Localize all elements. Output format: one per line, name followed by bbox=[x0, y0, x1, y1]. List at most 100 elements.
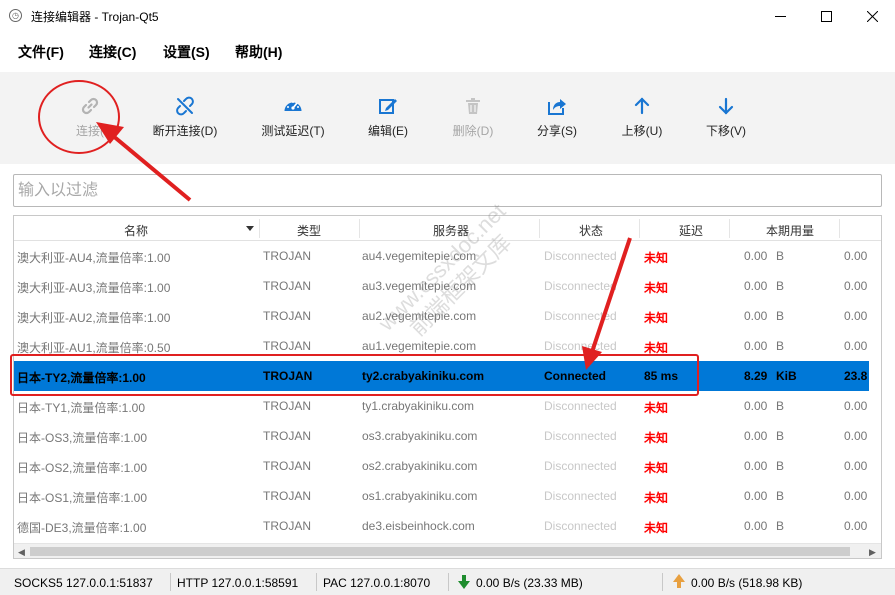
cell-name: 日本-TY2,流量倍率:1.00 bbox=[17, 371, 146, 385]
arrow-up-icon bbox=[634, 97, 650, 115]
share-button[interactable]: 分享(S) bbox=[527, 96, 587, 146]
cell-status: Disconnected bbox=[544, 429, 617, 443]
connection-table: 名称 类型 服务器 状态 延迟 本期用量 澳大利亚-AU4,流量倍率:1.00 T… bbox=[13, 215, 882, 559]
cell-type: TROJAN bbox=[263, 459, 311, 473]
column-divider[interactable] bbox=[359, 219, 360, 238]
cell-latency: 未知 bbox=[644, 401, 669, 415]
cell-usage-unit: B bbox=[776, 279, 785, 293]
cell-latency: 未知 bbox=[644, 311, 669, 325]
cell-type: TROJAN bbox=[263, 249, 311, 263]
column-divider[interactable] bbox=[639, 219, 640, 238]
cell-extra: 0.00 bbox=[844, 309, 868, 323]
cell-extra: 0.00 bbox=[844, 489, 868, 503]
menu-bar: 文件(F) 连接(C) 设置(S) 帮助(H) bbox=[0, 32, 895, 70]
cell-latency: 未知 bbox=[644, 431, 669, 445]
unlink-icon bbox=[176, 96, 194, 116]
cell-extra: 0.00 bbox=[844, 519, 868, 533]
minimize-button[interactable] bbox=[757, 0, 803, 32]
column-divider[interactable] bbox=[839, 219, 840, 238]
column-divider[interactable] bbox=[539, 219, 540, 238]
column-header-server[interactable]: 服务器 bbox=[433, 222, 469, 239]
cell-server: os3.crabyakiniku.com bbox=[362, 429, 478, 443]
minimize-icon bbox=[774, 15, 786, 17]
cell-server: os1.crabyakiniku.com bbox=[362, 489, 478, 503]
table-row[interactable]: 德国-DE3,流量倍率:1.00 TROJAN de3.eisbeinhock.co… bbox=[14, 511, 869, 541]
table-header: 名称 类型 服务器 状态 延迟 本期用量 bbox=[14, 216, 881, 241]
cell-server: au4.vegemitepie.com bbox=[362, 249, 477, 263]
cell-name: 日本-OS2,流量倍率:1.00 bbox=[17, 461, 148, 475]
column-header-latency[interactable]: 延迟 bbox=[679, 222, 703, 239]
cell-usage-unit: B bbox=[776, 249, 785, 263]
maximize-icon bbox=[820, 10, 832, 22]
delete-button[interactable]: 删除(D) bbox=[443, 96, 503, 146]
scrollbar-thumb[interactable] bbox=[30, 547, 850, 556]
cell-name: 澳大利亚-AU2,流量倍率:1.00 bbox=[17, 311, 171, 325]
table-row[interactable]: 日本-OS2,流量倍率:1.00 TROJAN os2.crabyakiniku.c… bbox=[14, 451, 869, 481]
edit-icon bbox=[379, 99, 397, 114]
cell-usage-value: 0.00 bbox=[744, 339, 768, 353]
cell-server: ty1.crabyakiniku.com bbox=[362, 399, 475, 413]
cell-usage-unit: B bbox=[776, 339, 785, 353]
table-row[interactable]: 澳大利亚-AU1,流量倍率:0.50 TROJAN au1.vegemitepie.… bbox=[14, 331, 869, 361]
column-header-type[interactable]: 类型 bbox=[297, 222, 321, 239]
column-header-usage[interactable]: 本期用量 bbox=[766, 222, 814, 239]
cell-server: ty2.crabyakiniku.com bbox=[362, 369, 485, 383]
move-up-button[interactable]: 上移(U) bbox=[612, 96, 672, 146]
cell-usage-value: 0.00 bbox=[744, 249, 768, 263]
cell-type: TROJAN bbox=[263, 489, 311, 503]
download-arrow-icon bbox=[458, 575, 470, 589]
cell-usage-value: 0.00 bbox=[744, 489, 768, 503]
disconnect-button[interactable]: 断开连接(D) bbox=[145, 96, 225, 146]
menu-settings[interactable]: 设置(S) bbox=[163, 42, 210, 62]
close-button[interactable] bbox=[849, 0, 895, 32]
cell-extra: 0.00 bbox=[844, 429, 868, 443]
app-icon: ◷ bbox=[9, 9, 22, 22]
cell-server: au3.vegemitepie.com bbox=[362, 279, 477, 293]
cell-status: Disconnected bbox=[544, 519, 617, 533]
column-divider[interactable] bbox=[729, 219, 730, 238]
cell-extra: 0.00 bbox=[844, 459, 868, 473]
move-down-button[interactable]: 下移(V) bbox=[696, 96, 756, 146]
column-header-name[interactable]: 名称 bbox=[124, 222, 148, 239]
window-title: 连接编辑器 - Trojan-Qt5 bbox=[31, 10, 159, 24]
column-header-status[interactable]: 状态 bbox=[579, 222, 603, 239]
cell-server: au2.vegemitepie.com bbox=[362, 309, 477, 323]
pac-address: PAC 127.0.0.1:8070 bbox=[323, 576, 431, 590]
cell-name: 澳大利亚-AU3,流量倍率:1.00 bbox=[17, 281, 171, 295]
cell-usage-value: 0.00 bbox=[744, 519, 768, 533]
table-row[interactable]: 日本-OS1,流量倍率:1.00 TROJAN os1.crabyakiniku.c… bbox=[14, 481, 869, 511]
test-latency-button[interactable]: 测试延迟(T) bbox=[253, 96, 333, 146]
cell-latency: 未知 bbox=[644, 341, 669, 355]
cell-latency: 未知 bbox=[644, 461, 669, 475]
cell-status: Disconnected bbox=[544, 279, 617, 293]
cell-usage-unit: B bbox=[776, 519, 785, 533]
horizontal-scrollbar[interactable]: ◀ ▶ bbox=[14, 543, 881, 558]
menu-connection[interactable]: 连接(C) bbox=[89, 42, 136, 62]
cell-extra: 23.8 bbox=[844, 369, 868, 383]
menu-help[interactable]: 帮助(H) bbox=[235, 42, 282, 62]
table-row[interactable]: 澳大利亚-AU2,流量倍率:1.00 TROJAN au2.vegemitepie.… bbox=[14, 301, 869, 331]
maximize-button[interactable] bbox=[803, 0, 849, 32]
table-row[interactable]: 日本-TY2,流量倍率:1.00 TROJAN ty2.crabyakiniku.c… bbox=[14, 361, 869, 391]
menu-file[interactable]: 文件(F) bbox=[18, 42, 64, 62]
edit-button[interactable]: 编辑(E) bbox=[358, 96, 418, 146]
http-address: HTTP 127.0.0.1:58591 bbox=[177, 576, 299, 590]
column-divider[interactable] bbox=[259, 219, 260, 238]
scroll-right-icon[interactable]: ▶ bbox=[869, 547, 876, 558]
cell-type: TROJAN bbox=[263, 339, 311, 353]
filter-input[interactable] bbox=[14, 175, 881, 206]
table-row[interactable]: 日本-TY1,流量倍率:1.00 TROJAN ty1.crabyakiniku.c… bbox=[14, 391, 869, 421]
socks-address: SOCKS5 127.0.0.1:51837 bbox=[14, 576, 153, 590]
table-row[interactable]: 日本-OS3,流量倍率:1.00 TROJAN os3.crabyakiniku.c… bbox=[14, 421, 869, 451]
cell-server: os2.crabyakiniku.com bbox=[362, 459, 478, 473]
table-row[interactable]: 澳大利亚-AU3,流量倍率:1.00 TROJAN au3.vegemitepie.… bbox=[14, 271, 869, 301]
cell-latency: 未知 bbox=[644, 491, 669, 505]
cell-name: 澳大利亚-AU1,流量倍率:0.50 bbox=[17, 341, 171, 355]
table-row[interactable]: 澳大利亚-AU4,流量倍率:1.00 TROJAN au4.vegemitepie.… bbox=[14, 241, 869, 271]
download-speed: 0.00 B/s (23.33 MB) bbox=[476, 576, 583, 590]
scroll-left-icon[interactable]: ◀ bbox=[18, 547, 25, 558]
toolbar: 连接( 断开连接(D) 测试延迟(T) 编辑(E) 删除(D) 分享(S) 上移… bbox=[0, 72, 895, 164]
connect-button[interactable]: 连接( bbox=[60, 96, 120, 146]
cell-usage-unit: B bbox=[776, 489, 785, 503]
cell-server: au1.vegemitepie.com bbox=[362, 339, 477, 353]
